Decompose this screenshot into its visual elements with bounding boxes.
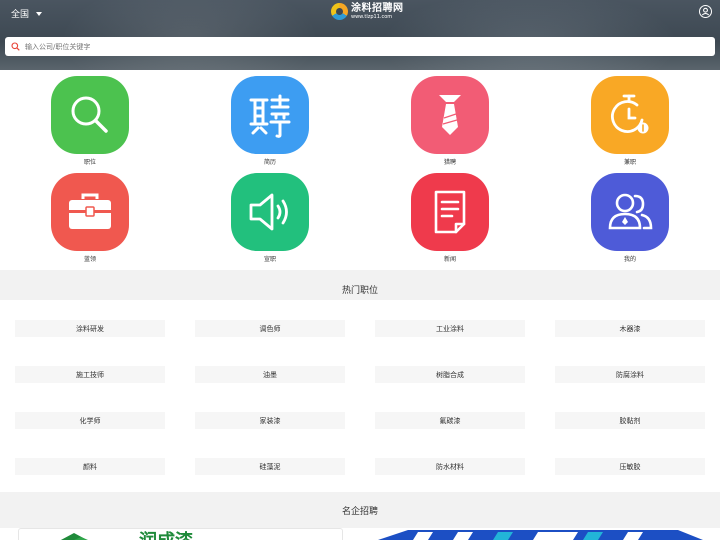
menu-item-bluecollar[interactable]: 蓝领 (40, 173, 140, 263)
category-grid: 职位 简历 猎聘 兼职 蓝领 宣职 新闻 我的 (0, 70, 720, 268)
job-tag[interactable]: 家装漆 (195, 412, 345, 429)
chevron-down-icon (36, 11, 43, 16)
search-icon (51, 76, 129, 154)
menu-item-news[interactable]: 新闻 (400, 173, 500, 263)
menu-item-label: 蓝领 (83, 256, 96, 263)
search-icon (11, 42, 20, 51)
menu-item-mine[interactable]: 我的 (580, 173, 680, 263)
menu-item-label: 我的 (623, 256, 636, 263)
logo-url: www.tlzp11.com (351, 13, 393, 20)
necktie-icon (411, 76, 489, 154)
menu-item-label: 简历 (263, 159, 276, 166)
user-account-button[interactable] (699, 5, 712, 18)
company-logo-card[interactable] (378, 528, 703, 540)
section-title: 热门职位 (341, 285, 378, 296)
user-icon (701, 7, 710, 16)
header-banner: 全国 涂料招聘网 www.tlzp11.com (0, 0, 720, 70)
menu-item-headhunt[interactable]: 猎聘 (400, 76, 500, 166)
users-icon (591, 173, 669, 251)
toolbox-icon (51, 173, 129, 251)
job-tag[interactable]: 压敏胶 (555, 458, 705, 475)
menu-item-promote[interactable]: 宣职 (220, 173, 320, 263)
city-selector[interactable]: 全国 (11, 7, 43, 20)
menu-item-jobs[interactable]: 职位 (40, 76, 140, 166)
job-tag[interactable]: 防水材料 (375, 458, 525, 475)
job-tag[interactable]: 防腐涂料 (555, 366, 705, 383)
section-header-famous-companies: 名企招聘 (0, 492, 720, 528)
job-tag[interactable]: 氟碳漆 (375, 412, 525, 429)
job-tag[interactable]: 化学师 (15, 412, 165, 429)
speaker-icon (231, 173, 309, 251)
menu-item-resume[interactable]: 简历 (220, 76, 320, 166)
menu-item-label: 猎聘 (443, 159, 456, 166)
job-tag[interactable]: 硅藻泥 (195, 458, 345, 475)
job-tag[interactable]: 油墨 (195, 366, 345, 383)
document-icon (411, 173, 489, 251)
menu-item-label: 新闻 (443, 256, 456, 263)
job-tag[interactable]: 木器漆 (555, 320, 705, 337)
pin-char-icon (231, 76, 309, 154)
search-input[interactable] (25, 42, 625, 51)
search-bar[interactable] (5, 37, 715, 56)
timer-icon (591, 76, 669, 154)
menu-item-parttime[interactable]: 兼职 (580, 76, 680, 166)
job-tag[interactable]: 调色师 (195, 320, 345, 337)
menu-item-label: 兼职 (623, 159, 636, 166)
site-logo[interactable]: 涂料招聘网 www.tlzp11.com (331, 3, 404, 20)
job-tag[interactable]: 胶黏剂 (555, 412, 705, 429)
job-tag[interactable]: 施工技师 (15, 366, 165, 383)
menu-item-label: 宣职 (263, 256, 276, 263)
company-name: 润成漆 (139, 530, 193, 540)
logo-name: 涂料招聘网 (351, 2, 404, 14)
logo-icon (331, 3, 348, 20)
company-logo-image (378, 530, 703, 540)
menu-item-label: 职位 (83, 159, 96, 166)
city-label: 全国 (11, 10, 30, 20)
job-tag[interactable]: 颜料 (15, 458, 165, 475)
section-title: 名企招聘 (341, 506, 378, 517)
job-tag[interactable]: 工业涂料 (375, 320, 525, 337)
hot-jobs-list: 涂料研发 调色师 工业涂料 木器漆 施工技师 油墨 树脂合成 防腐涂料 化学师 … (0, 300, 720, 490)
famous-companies-list: 润成漆 (0, 528, 720, 540)
company-logo-card[interactable]: 润成漆 (18, 528, 343, 540)
company-logo-image: 润成漆 (60, 530, 193, 540)
job-tag[interactable]: 树脂合成 (375, 366, 525, 383)
job-tag[interactable]: 涂料研发 (15, 320, 165, 337)
